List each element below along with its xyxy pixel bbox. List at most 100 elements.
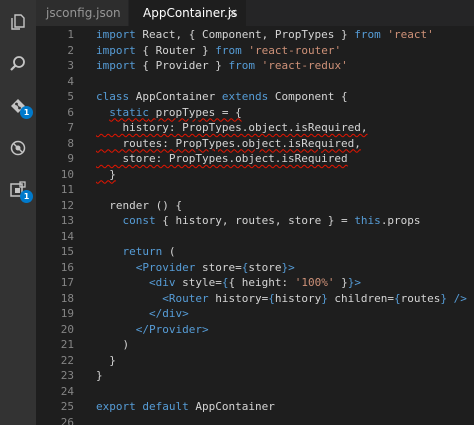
code-token: } (96, 369, 103, 382)
code-token: history (274, 291, 322, 305)
code-token: ( (162, 245, 176, 258)
code-token: </Provider> (135, 322, 209, 336)
search-button[interactable] (0, 46, 36, 82)
code-token: AppContainer (188, 400, 275, 413)
line-number: 15 (60, 245, 74, 258)
line-code: import { Provider } from 'react-redux' (96, 58, 348, 74)
code-line[interactable]: 2 import { Router } from 'react-router' (36, 43, 474, 59)
code-token: import (96, 43, 136, 57)
code-token: { (394, 291, 401, 305)
code-line[interactable]: 9 store: PropTypes.object.isRequired (36, 151, 474, 167)
line-number: 25 (60, 400, 74, 413)
line-number: 12 (60, 198, 74, 212)
code-line[interactable]: 14 (36, 229, 474, 245)
code-line[interactable]: 13 const { history, routes, store } = th… (36, 213, 474, 229)
code-token: { Router } (135, 43, 216, 57)
line-code: export default AppContainer (96, 399, 275, 415)
activity-bar: 1 1 (0, 0, 36, 425)
code-token: <Provider (135, 260, 196, 274)
code-token: history: PropTypes.object.isRequired, (96, 121, 368, 134)
code-line[interactable]: 12 render () { (36, 198, 474, 214)
code-token: { history, routes, store } = (155, 214, 355, 227)
code-line[interactable]: 7 history: PropTypes.object.isRequired, (36, 120, 474, 136)
code-line[interactable]: 1 import React, { Component, PropTypes } … (36, 27, 474, 43)
code-line[interactable]: 4 (36, 74, 474, 90)
line-number: 14 (60, 229, 74, 243)
code-token: /> (453, 291, 467, 305)
line-code: class AppContainer extends Component { (96, 89, 348, 105)
source-control-button[interactable]: 1 (0, 88, 36, 124)
code-line[interactable]: 3 import { Provider } from 'react-redux' (36, 58, 474, 74)
code-line[interactable]: 20 </Provider> (36, 322, 474, 338)
code-line[interactable]: 18 <Router history={history} children={r… (36, 291, 474, 307)
code-token: } (96, 353, 116, 367)
code-token: const (122, 214, 156, 227)
code-token: style= (175, 276, 222, 289)
code-token: routes (400, 291, 441, 305)
tab-bar: jsconfig.json AppContainer.js × (36, 0, 474, 26)
line-number: 7 (67, 121, 74, 134)
code-line[interactable]: 10 } (36, 167, 474, 183)
code-token: from (354, 28, 381, 41)
code-editor[interactable]: 1 import React, { Component, PropTypes } … (36, 26, 474, 425)
line-code: <Router history={history} children={rout… (96, 291, 467, 307)
line-number: 23 (60, 369, 74, 382)
line-number: 11 (60, 183, 74, 196)
line-number: 26 (60, 415, 74, 425)
code-line[interactable]: 19 </div> (36, 306, 474, 322)
code-token: history= (208, 291, 269, 305)
code-line[interactable]: 16 <Provider store={store}> (36, 260, 474, 276)
code-line[interactable]: 6 static propTypes = { (36, 105, 474, 121)
line-number: 20 (60, 322, 74, 336)
debug-button[interactable] (0, 130, 36, 166)
code-line[interactable]: 26 (36, 415, 474, 425)
tab-jsconfig[interactable]: jsconfig.json (36, 0, 128, 26)
code-token: Component { (268, 90, 348, 103)
line-number: 21 (60, 338, 74, 351)
code-token: </div> (148, 307, 189, 320)
editor-window: 1 1 jsconfig.json AppContainer.js × 1 im… (0, 0, 474, 425)
code-token: store: PropTypes.object.isRequired (96, 152, 348, 165)
close-icon[interactable]: × (228, 0, 238, 26)
line-number: 3 (67, 59, 74, 72)
code-token: from (215, 43, 242, 57)
code-line[interactable]: 23} (36, 368, 474, 384)
code-token: this (354, 214, 381, 227)
code-token: default (142, 400, 189, 413)
code-token: export (96, 400, 136, 413)
line-code: } (96, 368, 103, 384)
line-number: 22 (60, 353, 74, 367)
code-token: } (96, 167, 116, 181)
line-code: <Provider store={store}> (96, 260, 295, 276)
line-code: static propTypes = { (96, 105, 242, 121)
line-code: render () { (96, 198, 182, 214)
code-line[interactable]: 24 (36, 384, 474, 400)
code-line[interactable]: 8 routes: PropTypes.object.isRequired, (36, 136, 474, 152)
code-line[interactable]: 22 } (36, 353, 474, 369)
code-token: import (96, 59, 136, 72)
tab-appcontainer[interactable]: AppContainer.js × (129, 0, 246, 26)
code-line[interactable]: 11 (36, 182, 474, 198)
source-control-badge: 1 (20, 106, 33, 119)
files-icon (8, 12, 28, 32)
code-token: store= (195, 260, 242, 274)
explorer-button[interactable] (0, 4, 36, 40)
code-line[interactable]: 5 class AppContainer extends Component { (36, 89, 474, 105)
extensions-button[interactable]: 1 (0, 172, 36, 208)
code-token: propTypes = { (149, 105, 242, 119)
code-line[interactable]: 21 ) (36, 337, 474, 353)
line-number: 17 (60, 276, 74, 289)
tab-label: AppContainer.js (143, 6, 238, 20)
line-number: 4 (67, 74, 74, 88)
code-line[interactable]: 25 export default AppContainer (36, 399, 474, 415)
code-line[interactable]: 15 return ( (36, 244, 474, 260)
code-token: from (228, 59, 255, 72)
code-token: render () { (96, 198, 183, 212)
line-code: import React, { Component, PropTypes } f… (96, 27, 434, 43)
code-line[interactable]: 17 <div style={{ height: '100%' }}> (36, 275, 474, 291)
debug-icon (8, 138, 28, 158)
